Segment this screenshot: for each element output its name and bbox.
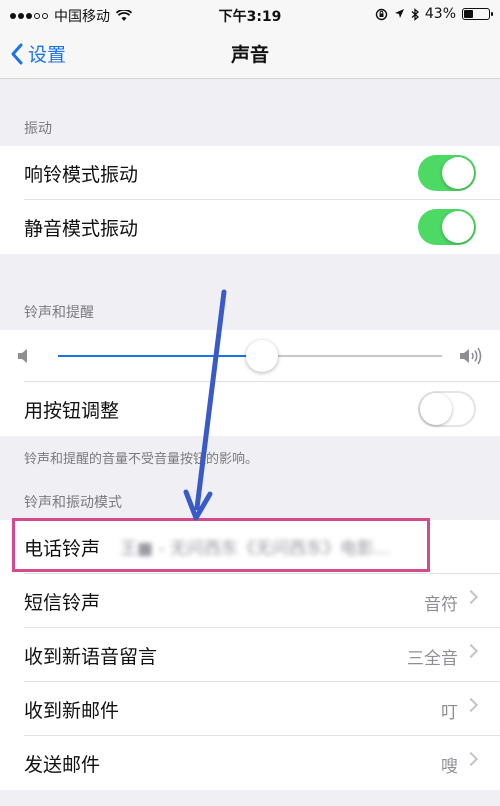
ringtone-label: 电话铃声: [24, 538, 101, 560]
battery-level: [464, 10, 474, 18]
section-header-vibrate: 振动: [24, 121, 52, 137]
ringer-volume-slider[interactable]: [58, 340, 442, 372]
sent-mail-label: 发送邮件: [24, 754, 101, 776]
ringtone-value: 王■ - 无问西东《无问西东》电影...: [120, 539, 391, 559]
toggle-knob: [442, 157, 474, 189]
section-header-ringers: 铃声和提醒: [24, 305, 94, 321]
section-header-patterns: 铃声和振动模式: [24, 495, 122, 511]
text-tone-label: 短信铃声: [24, 592, 101, 614]
change-with-buttons-toggle[interactable]: [418, 391, 476, 427]
vibrate-on-ring-label: 响铃模式振动: [24, 164, 139, 186]
row-change-with-buttons: 用按钮调整: [0, 382, 500, 436]
status-right: 43%: [375, 6, 493, 22]
sent-mail-value: 嗖: [441, 757, 458, 777]
change-with-buttons-label: 用按钮调整: [24, 400, 120, 422]
chevron-right-icon: [463, 751, 479, 767]
row-sent-mail[interactable]: 发送邮件 嗖: [0, 736, 500, 790]
vibrate-on-ring-toggle[interactable]: [418, 155, 476, 191]
toggle-knob: [420, 393, 452, 425]
speaker-high-icon: [460, 347, 482, 365]
row-vibrate-on-ring: 响铃模式振动: [0, 146, 500, 200]
slider-fill: [58, 355, 262, 357]
vibrate-on-silent-label: 静音模式振动: [24, 218, 139, 240]
slider-thumb[interactable]: [245, 340, 278, 372]
new-mail-label: 收到新邮件: [24, 700, 120, 722]
battery-percent: 43%: [424, 6, 456, 22]
speaker-low-icon: [18, 349, 27, 363]
chevron-right-icon: [463, 697, 479, 713]
vibrate-on-silent-toggle[interactable]: [418, 209, 476, 245]
row-new-mail[interactable]: 收到新邮件 叮: [0, 682, 500, 736]
status-bar: 中国移动 下午3:19 43%: [0, 0, 500, 28]
bluetooth-icon: [411, 7, 419, 21]
patterns-group: 电话铃声 王■ - 无问西东《无问西东》电影... 短信铃声 音符 收到新语音留…: [0, 520, 500, 790]
toggle-knob: [442, 211, 474, 243]
chevron-right-icon: [463, 643, 479, 659]
row-new-voicemail[interactable]: 收到新语音留言 三全音: [0, 628, 500, 682]
arrow-head: [183, 489, 213, 521]
new-mail-value: 叮: [441, 703, 458, 723]
new-voicemail-label: 收到新语音留言: [24, 646, 158, 668]
battery-icon: [462, 8, 493, 20]
ringer-volume-row: [0, 330, 500, 382]
new-voicemail-value: 三全音: [407, 649, 458, 669]
row-vibrate-on-silent: 静音模式振动: [0, 200, 500, 254]
ringer-group: 用按钮调整: [0, 330, 500, 436]
page-title: 声音: [230, 44, 269, 66]
lock-rotation-icon: [375, 8, 388, 20]
row-text-tone[interactable]: 短信铃声 音符: [0, 574, 500, 628]
row-ringtone[interactable]: 电话铃声 王■ - 无问西东《无问西东》电影...: [0, 520, 500, 574]
chevron-right-icon: [463, 589, 479, 605]
vibrate-group: 响铃模式振动 静音模式振动: [0, 146, 500, 254]
text-tone-value: 音符: [424, 595, 458, 615]
location-icon: [394, 9, 404, 18]
ringer-footnote: 铃声和提醒的音量不受音量按钮的影响。: [24, 452, 259, 467]
navigation-bar: 设置 声音: [0, 28, 500, 79]
